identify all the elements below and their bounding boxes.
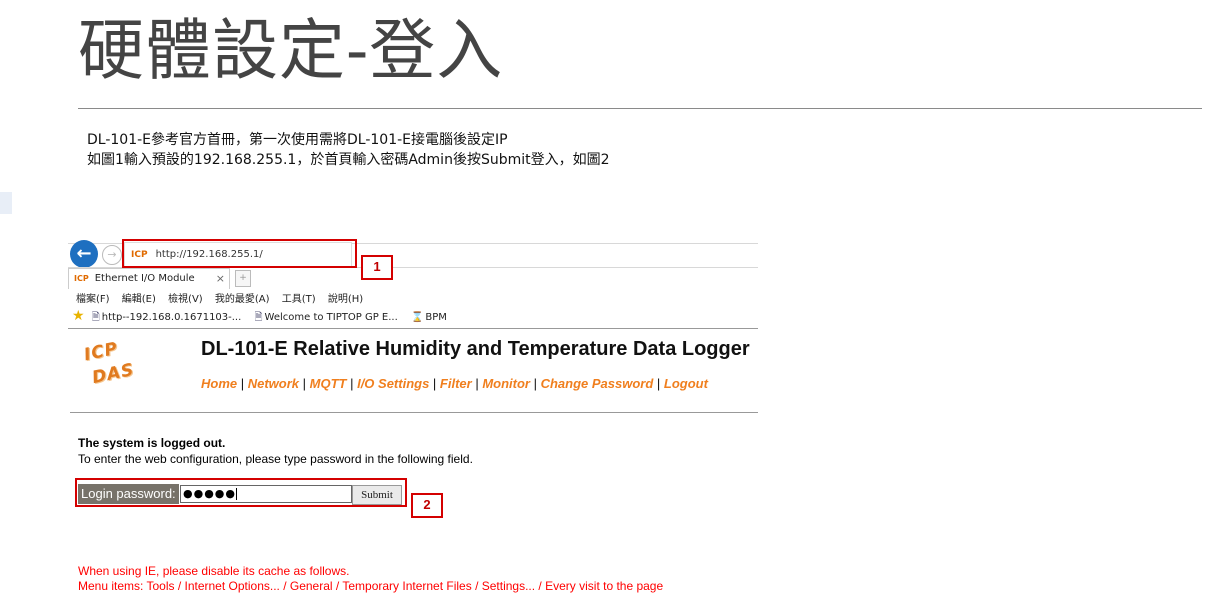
browser-menu-bar: 檔案(F) 編輯(E) 檢視(V) 我的最愛(A) 工具(T) 說明(H): [76, 290, 372, 305]
nav-logout[interactable]: Logout: [664, 376, 708, 391]
annotation-box-2: [75, 478, 407, 507]
ie-cache-menu-path: Menu items: Tools / Internet Options... …: [78, 579, 664, 593]
forward-button[interactable]: →: [102, 245, 122, 265]
new-tab-button[interactable]: +: [235, 270, 251, 287]
nav-separator: |: [299, 376, 310, 391]
back-arrow-icon: ←: [76, 243, 92, 264]
slide-title: 硬體設定-登入: [78, 12, 504, 89]
menu-tools[interactable]: 工具(T): [282, 294, 316, 305]
nav-separator: |: [529, 376, 541, 391]
nav-monitor[interactable]: Monitor: [482, 376, 530, 391]
loading-icon: ⌛: [410, 312, 424, 323]
nav-network[interactable]: Network: [248, 376, 299, 391]
page-divider: [70, 412, 758, 413]
tab-title: Ethernet I/O Module: [94, 273, 195, 284]
logo-text-1: ICP: [82, 338, 120, 366]
page-icon: 🗎: [254, 312, 263, 323]
nav-change-password[interactable]: Change Password: [541, 376, 654, 391]
page-nav: Home | Network | MQTT | I/O Settings | F…: [201, 376, 708, 391]
favorite-link-1[interactable]: http--192.168.0.1671103-...: [102, 312, 242, 323]
nav-separator: |: [237, 376, 248, 391]
nav-separator: |: [346, 376, 358, 391]
nav-separator: |: [653, 376, 664, 391]
status-text: To enter the web configuration, please t…: [78, 452, 473, 466]
annotation-label-2: 2: [411, 493, 443, 518]
slide-edge-marker: [0, 192, 12, 214]
annotation-box-1: [122, 239, 357, 268]
back-button[interactable]: ←: [70, 240, 98, 268]
tab-close-icon[interactable]: ×: [216, 269, 225, 289]
page-title: DL-101-E Relative Humidity and Temperatu…: [201, 338, 750, 360]
menu-help[interactable]: 說明(H): [328, 294, 363, 305]
tab-favicon-icon: ICP: [74, 274, 89, 283]
logo-text-2: DAS: [90, 359, 137, 389]
nav-home[interactable]: Home: [201, 376, 237, 391]
menu-edit[interactable]: 編輯(E): [122, 294, 156, 305]
menu-view[interactable]: 檢視(V): [168, 294, 203, 305]
nav-mqtt[interactable]: MQTT: [310, 376, 347, 391]
icp-das-logo: ICP DAS: [78, 338, 138, 390]
status-title: The system is logged out.: [78, 436, 226, 450]
annotation-label-1: 1: [361, 255, 393, 280]
nav-separator: |: [471, 376, 483, 391]
favorites-star-icon[interactable]: ★: [72, 308, 85, 324]
nav-io-settings[interactable]: I/O Settings: [357, 376, 429, 391]
forward-arrow-icon: →: [107, 248, 117, 261]
description-line-2: 如圖1輸入預設的192.168.255.1，於首頁輸入密碼Admin後按Subm…: [87, 152, 610, 168]
ie-cache-note: When using IE, please disable its cache …: [78, 564, 350, 578]
page-icon: 🗎: [91, 312, 100, 323]
title-divider: [78, 108, 1202, 109]
favorite-link-3[interactable]: BPM: [425, 312, 447, 323]
slide-description: DL-101-E參考官方首冊，第一次使用需將DL-101-E接電腦後設定IP 如…: [87, 130, 610, 170]
chrome-divider: [68, 328, 758, 329]
tab-ethernet-io-module[interactable]: ICP Ethernet I/O Module ×: [68, 268, 230, 289]
nav-separator: |: [429, 376, 440, 391]
browser-screenshot: ← → ICP http://192.168.255.1/ ICP Ethernet…: [68, 236, 760, 616]
description-line-1: DL-101-E參考官方首冊，第一次使用需將DL-101-E接電腦後設定IP: [87, 132, 508, 148]
menu-file[interactable]: 檔案(F): [76, 294, 110, 305]
nav-filter[interactable]: Filter: [440, 376, 472, 391]
menu-favorites[interactable]: 我的最愛(A): [215, 294, 270, 305]
favorites-bar: ★ 🗎 http--192.168.0.1671103-... 🗎 Welcome …: [72, 308, 457, 327]
favorite-link-2[interactable]: Welcome to TIPTOP GP E...: [265, 312, 398, 323]
